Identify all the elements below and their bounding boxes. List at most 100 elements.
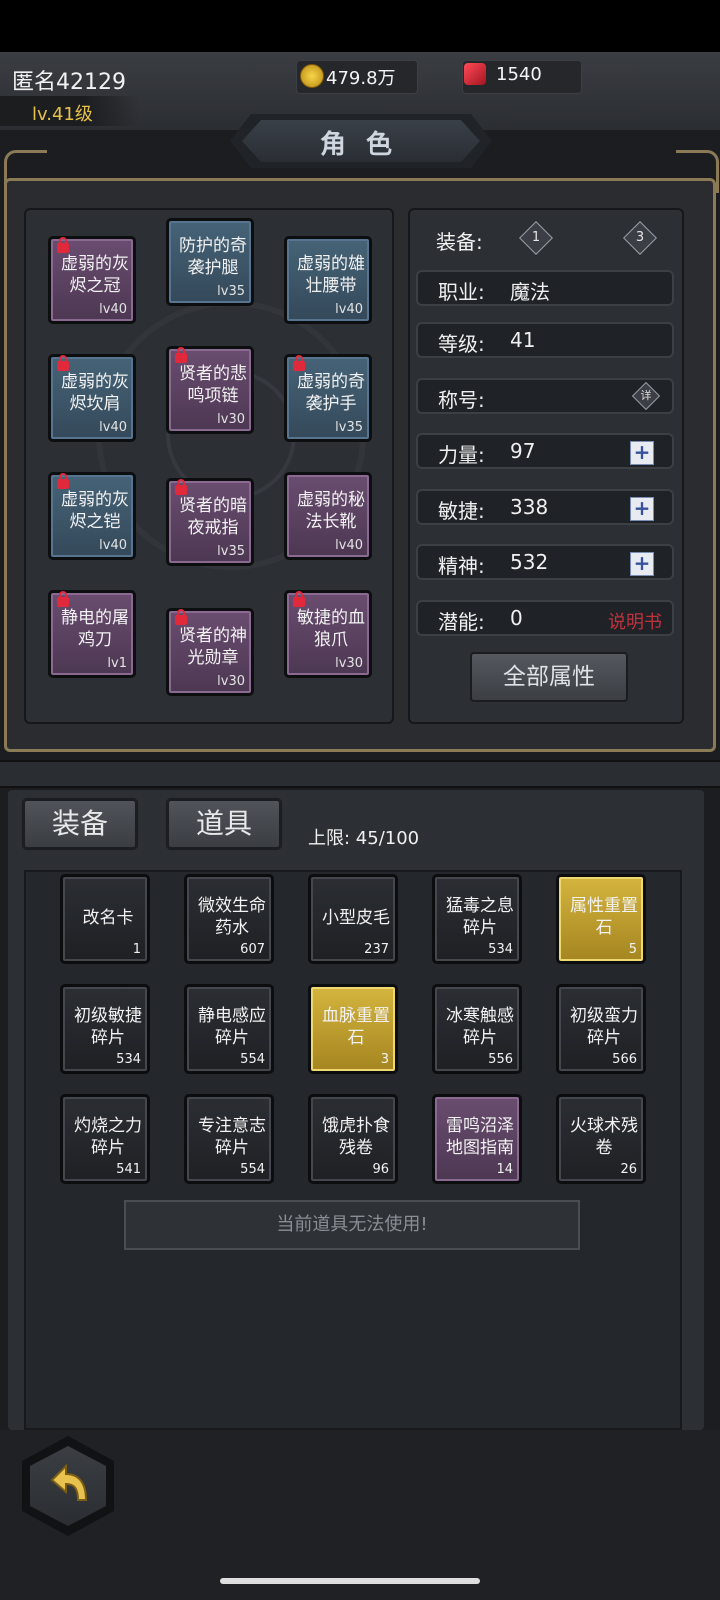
item-name: 改名卡 [82, 908, 134, 928]
equipment-name: 贤者的暗夜戒指 [179, 496, 247, 538]
equipment-slot[interactable]: 虚弱的灰烬之冠 lv40 [48, 236, 136, 324]
inventory-item[interactable]: 改名卡 1 [60, 874, 150, 964]
inventory-item[interactable]: 血脉重置石 3 [308, 984, 398, 1074]
equipment-name: 虚弱的雄壮腰带 [297, 254, 365, 296]
inventory-item[interactable]: 冰寒触感碎片 556 [432, 984, 522, 1074]
manual-link[interactable]: 说明书 [608, 608, 662, 634]
stat-label: 潜能: [438, 610, 485, 634]
lock-icon [57, 473, 69, 489]
item-name: 小型皮毛 [322, 908, 390, 928]
title-banner: 角色 [230, 114, 492, 168]
inventory-item[interactable]: 专注意志碎片 554 [184, 1094, 274, 1184]
inventory-item[interactable]: 属性重置石 5 [556, 874, 646, 964]
item-count: 566 [612, 1052, 637, 1067]
equipment-slot[interactable]: 静电的屠鸡刀 lv1 [48, 590, 136, 678]
equipment-level: lv40 [99, 420, 127, 435]
equipment-slot[interactable]: 贤者的悲鸣项链 lv30 [166, 346, 254, 434]
equipment-name: 贤者的神光勋章 [179, 626, 247, 668]
title-detail-button[interactable]: 详 [631, 381, 661, 411]
equipment-slot[interactable]: 贤者的暗夜戒指 lv35 [166, 478, 254, 566]
equipment-name: 贤者的悲鸣项链 [179, 364, 247, 406]
gem-amount: 1540 [496, 64, 542, 85]
equipment-level: lv40 [335, 302, 363, 317]
item-count: 5 [628, 942, 637, 957]
inventory-item[interactable]: 静电感应碎片 554 [184, 984, 274, 1074]
inventory-item[interactable]: 火球术残卷 26 [556, 1094, 646, 1184]
equipment-level: lv40 [99, 302, 127, 317]
lock-icon [293, 355, 305, 371]
lock-icon [57, 237, 69, 253]
equipment-level: lv40 [335, 538, 363, 553]
inventory-item[interactable]: 猛毒之息碎片 534 [432, 874, 522, 964]
item-name: 灼烧之力碎片 [74, 1116, 142, 1158]
equipment-slot[interactable]: 虚弱的灰烬坎肩 lv40 [48, 354, 136, 442]
item-name: 猛毒之息碎片 [446, 896, 514, 938]
stat-label: 力量: [438, 443, 485, 467]
inventory-item[interactable]: 灼烧之力碎片 541 [60, 1094, 150, 1184]
stat-row-agility: 敏捷: 338 + [416, 489, 674, 525]
inventory-item[interactable]: 初级敏捷碎片 534 [60, 984, 150, 1074]
inventory-item[interactable]: 饿虎扑食残卷 96 [308, 1094, 398, 1184]
add-strength-button[interactable]: + [630, 441, 654, 465]
stat-row-class: 职业: 魔法 [416, 270, 674, 306]
inventory-item[interactable]: 雷鸣沼泽地图指南 14 [432, 1094, 522, 1184]
tab-equipment[interactable]: 装备 [22, 798, 138, 850]
equipment-slot[interactable]: 虚弱的灰烬之铠 lv40 [48, 472, 136, 560]
lock-icon [293, 591, 305, 607]
item-name: 属性重置石 [570, 896, 638, 938]
equipment-level: lv35 [217, 284, 245, 299]
stat-value: 532 [510, 550, 549, 574]
item-count: 3 [380, 1052, 389, 1067]
item-count: 26 [620, 1162, 637, 1177]
equipment-slot[interactable]: 虚弱的秘法长靴 lv40 [284, 472, 372, 560]
inventory-item[interactable]: 微效生命药水 607 [184, 874, 274, 964]
item-count: 237 [364, 942, 389, 957]
equipment-slot[interactable]: 虚弱的雄壮腰带 lv40 [284, 236, 372, 324]
player-level: lv.41级 [32, 104, 93, 125]
page-title: 角色 [319, 130, 412, 160]
all-attributes-button[interactable]: 全部属性 [470, 652, 628, 702]
item-count: 607 [240, 942, 265, 957]
equipment-slot[interactable]: 防护的奇袭护腿 lv35 [166, 218, 254, 306]
item-name: 初级敏捷碎片 [74, 1006, 142, 1048]
equipment-slot[interactable]: 虚弱的奇袭护手 lv35 [284, 354, 372, 442]
equipment-name: 虚弱的奇袭护手 [297, 372, 365, 414]
back-arrow-icon[interactable] [44, 1460, 94, 1512]
equip-set-label: 装备: [436, 230, 483, 254]
item-count: 541 [116, 1162, 141, 1177]
add-agility-button[interactable]: + [630, 497, 654, 521]
equipment-level: lv30 [217, 412, 245, 427]
equipment-slot[interactable]: 敏捷的血狼爪 lv30 [284, 590, 372, 678]
equipment-name: 虚弱的灰烬之铠 [61, 490, 129, 532]
stat-value: 41 [510, 328, 536, 352]
equipment-level: lv35 [335, 420, 363, 435]
footer-bar [0, 1430, 720, 1600]
add-spirit-button[interactable]: + [630, 552, 654, 576]
item-name: 雷鸣沼泽地图指南 [446, 1116, 514, 1158]
item-count: 534 [488, 942, 513, 957]
inventory-capacity: 上限: 45/100 [308, 828, 420, 849]
lock-icon [175, 347, 187, 363]
stat-value: 97 [510, 439, 536, 463]
item-name: 静电感应碎片 [198, 1006, 266, 1048]
item-name: 血脉重置石 [322, 1006, 390, 1048]
inventory-item[interactable]: 小型皮毛 237 [308, 874, 398, 964]
item-name: 火球术残卷 [570, 1116, 638, 1158]
equipment-slot[interactable]: 贤者的神光勋章 lv30 [166, 608, 254, 696]
item-count: 554 [240, 1162, 265, 1177]
item-count: 556 [488, 1052, 513, 1067]
lock-icon [175, 609, 187, 625]
item-name: 微效生命药水 [198, 896, 266, 938]
item-name: 饿虎扑食残卷 [322, 1116, 390, 1158]
stat-label: 等级: [438, 332, 485, 356]
item-name: 专注意志碎片 [198, 1116, 266, 1158]
inventory-item[interactable]: 初级蛮力碎片 566 [556, 984, 646, 1074]
stat-value: 338 [510, 495, 549, 519]
equipment-name: 虚弱的秘法长靴 [297, 490, 365, 532]
player-name[interactable]: 匿名42129 [12, 64, 126, 96]
tab-items[interactable]: 道具 [166, 798, 282, 850]
lock-icon [175, 479, 187, 495]
equipment-level: lv40 [99, 538, 127, 553]
lock-icon [57, 591, 69, 607]
stat-row-spirit: 精神: 532 + [416, 544, 674, 580]
